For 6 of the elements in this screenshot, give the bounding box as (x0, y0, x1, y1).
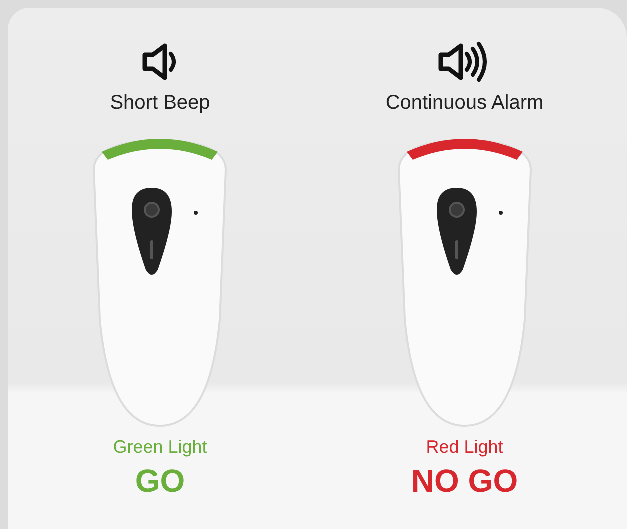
sound-label: Continuous Alarm (386, 91, 544, 116)
light-label: Red Light (426, 436, 504, 459)
status-label: NO GO (411, 462, 518, 501)
status-label: GO (135, 462, 186, 501)
sound-label: Short Beep (110, 91, 210, 116)
light-label: Green Light (113, 436, 208, 459)
